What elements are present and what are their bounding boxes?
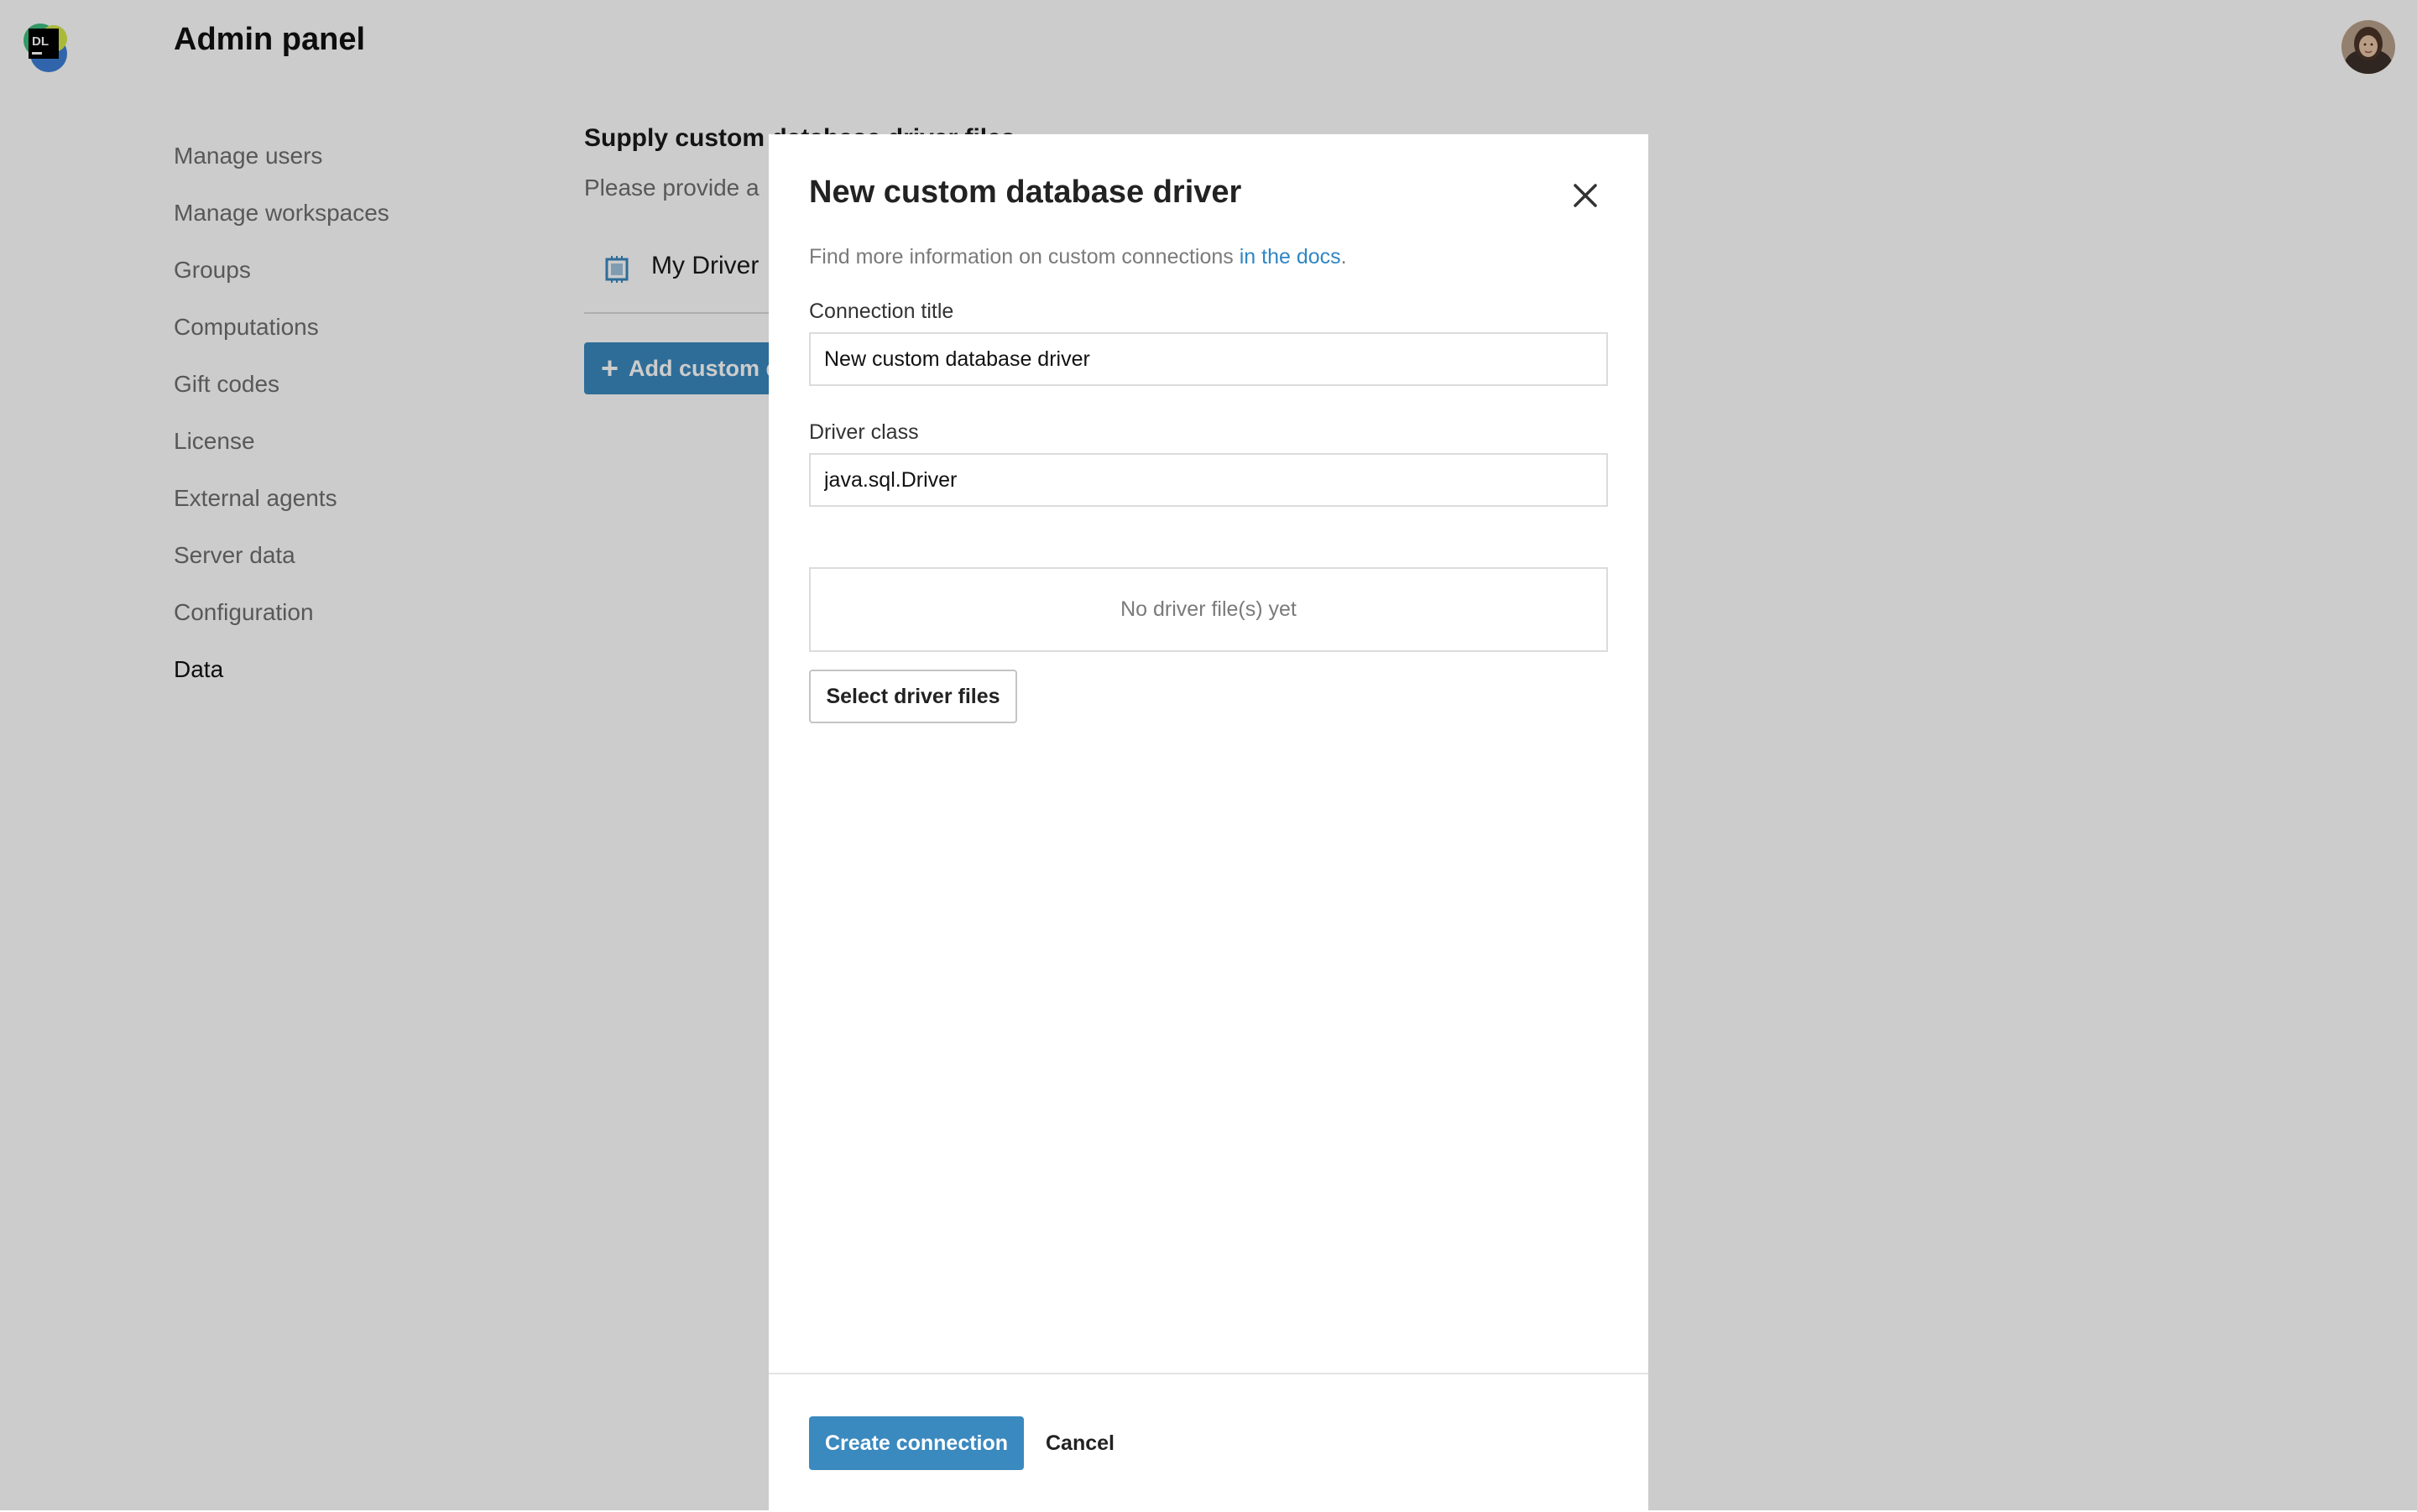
connection-title-label: Connection title: [809, 300, 954, 323]
docs-link[interactable]: in the docs: [1240, 245, 1341, 269]
close-icon[interactable]: [1569, 179, 1602, 212]
driver-class-label: Driver class: [809, 420, 919, 444]
driver-class-input[interactable]: [809, 453, 1608, 507]
new-driver-dialog: New custom database driver Find more inf…: [769, 134, 1648, 1510]
dialog-title: New custom database driver: [809, 175, 1242, 210]
cancel-button[interactable]: Cancel: [1046, 1416, 1115, 1470]
select-driver-files-button[interactable]: Select driver files: [809, 670, 1017, 723]
info-text: Find more information on custom connecti…: [809, 245, 1240, 269]
empty-files-message: No driver file(s) yet: [1120, 597, 1297, 621]
dialog-footer: Create connection Cancel: [769, 1373, 1648, 1512]
connection-title-input[interactable]: [809, 332, 1608, 386]
dialog-info: Find more information on custom connecti…: [809, 245, 1347, 269]
info-end: .: [1340, 245, 1347, 269]
create-connection-button[interactable]: Create connection: [809, 1416, 1024, 1470]
driver-files-list: No driver file(s) yet: [809, 567, 1608, 652]
